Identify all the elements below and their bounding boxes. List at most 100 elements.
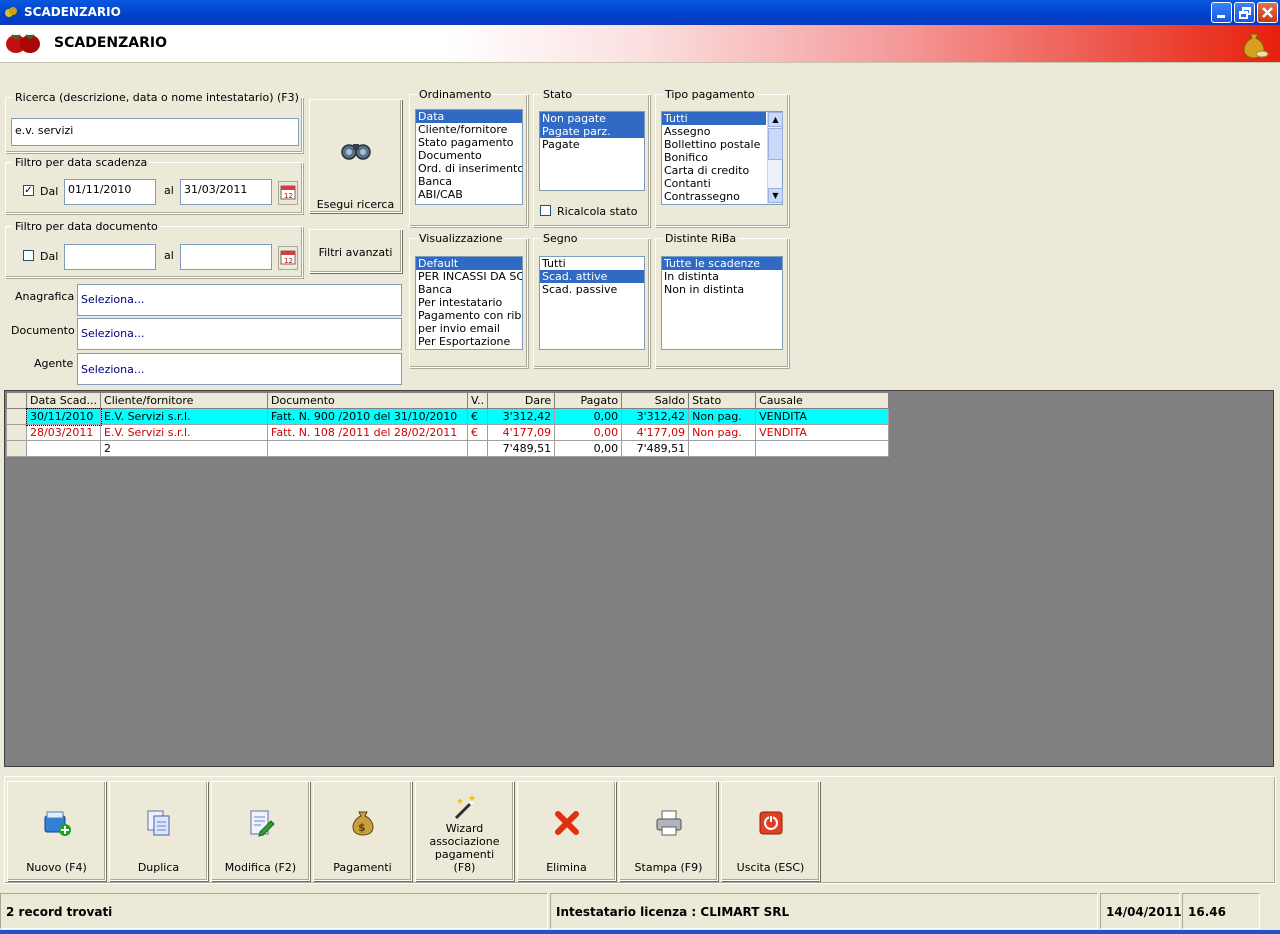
- due-date-to-input[interactable]: 31/03/2011: [180, 179, 272, 205]
- tipo-pagamento-scrollbar[interactable]: ▲ ▼: [767, 112, 783, 204]
- distinte-riba-option[interactable]: Non in distinta: [662, 283, 782, 296]
- distinte-riba-legend: Distinte RiBa: [663, 232, 739, 245]
- table-row[interactable]: 30/11/2010 E.V. Servizi s.r.l. Fatt. N. 90…: [6, 407, 890, 426]
- edit-icon: [246, 808, 276, 838]
- search-input[interactable]: e.v. servizi: [11, 118, 299, 146]
- stato-list[interactable]: Non pagate Pagate parz. Pagate: [539, 111, 645, 191]
- ordinamento-option[interactable]: Cliente/fornitore: [416, 123, 522, 136]
- toolbar-button-label: Uscita (ESC): [736, 861, 805, 874]
- distinte-riba-list[interactable]: Tutte le scadenze In distinta Non in disti…: [661, 256, 783, 350]
- ordinamento-option[interactable]: Stato pagamento: [416, 136, 522, 149]
- tipo-pagamento-option[interactable]: Carta di credito: [662, 164, 766, 177]
- visualizzazione-option[interactable]: per invio email: [416, 322, 522, 335]
- stato-group: Stato Non pagate Pagate parz. Pagate Rical…: [533, 88, 650, 227]
- segno-list[interactable]: Tutti Scad. attive Scad. passive: [539, 256, 645, 350]
- ricalcola-label: Ricalcola stato: [557, 205, 638, 218]
- delete-button[interactable]: Elimina: [517, 781, 616, 881]
- close-button[interactable]: [1257, 2, 1278, 23]
- new-icon: [42, 808, 72, 838]
- visualizzazione-option[interactable]: Per Esportazione: [416, 335, 522, 348]
- visualizzazione-list[interactable]: Default PER INCASSI DA SCO Banca Per intest…: [415, 256, 523, 350]
- exit-button[interactable]: Uscita (ESC): [721, 781, 820, 881]
- minimize-button[interactable]: [1211, 2, 1232, 23]
- ordinamento-option[interactable]: Documento: [416, 149, 522, 162]
- tipo-pagamento-option[interactable]: Assegno: [662, 125, 766, 138]
- table-header[interactable]: Data Scad... Cliente/fornitore Documento V.…: [6, 392, 890, 409]
- doc-date-from-input[interactable]: [64, 244, 156, 270]
- visualizzazione-option[interactable]: PER INCASSI DA SCO: [416, 270, 522, 283]
- exit-icon: [756, 808, 786, 838]
- money-bag-button[interactable]: $ Pagamenti: [313, 781, 412, 881]
- segno-option[interactable]: Scad. attive: [540, 270, 644, 283]
- visualizzazione-option[interactable]: Per intestatario: [416, 296, 522, 309]
- table-cell: VENDITA: [755, 408, 890, 425]
- ordinamento-list[interactable]: Data Cliente/fornitore Stato pagamento Docu…: [415, 109, 523, 205]
- tipo-pagamento-list[interactable]: Tutti Assegno Bollettino postale Bonifico Ca…: [661, 111, 783, 205]
- tipo-pagamento-option[interactable]: Contrassegno: [662, 190, 766, 203]
- tipo-pagamento-option[interactable]: Bollettino postale: [662, 138, 766, 151]
- due-date-filter-group: Filtro per data scadenza ✓ Dal 01/11/201…: [5, 156, 303, 214]
- scroll-down-arrow-icon[interactable]: ▼: [768, 188, 783, 203]
- distinte-riba-option[interactable]: Tutte le scadenze: [662, 257, 782, 270]
- segno-option[interactable]: Scad. passive: [540, 283, 644, 296]
- stato-option[interactable]: Non pagate: [540, 112, 644, 125]
- doc-date-to-input[interactable]: [180, 244, 272, 270]
- title-bar[interactable]: SCADENZARIO: [0, 0, 1280, 25]
- tipo-pagamento-option[interactable]: Bonifico: [662, 151, 766, 164]
- visualizzazione-option[interactable]: Pagamento con riba: [416, 309, 522, 322]
- restore-button[interactable]: [1234, 2, 1255, 23]
- ricalcola-checkbox[interactable]: [540, 205, 551, 216]
- status-date: 14/04/2011: [1100, 893, 1182, 929]
- advanced-filters-button[interactable]: Filtri avanzati: [309, 229, 402, 273]
- visualizzazione-option[interactable]: Default: [416, 257, 522, 270]
- distinte-riba-option[interactable]: In distinta: [662, 270, 782, 283]
- scroll-thumb[interactable]: [768, 128, 783, 160]
- table-cell: 0,00: [554, 440, 623, 457]
- documento-select[interactable]: Seleziona...: [77, 318, 402, 350]
- table-cell: Fatt. N. 900 /2010 del 31/10/2010: [267, 408, 469, 425]
- ordinamento-option[interactable]: Data: [416, 110, 522, 123]
- row-selector[interactable]: [6, 440, 27, 457]
- scroll-up-arrow-icon[interactable]: ▲: [768, 112, 783, 127]
- ordinamento-option[interactable]: Ord. di inserimento: [416, 162, 522, 175]
- due-date-checkbox[interactable]: ✓: [23, 185, 34, 196]
- table-cell: €: [467, 408, 489, 425]
- stato-option[interactable]: Pagate: [540, 138, 644, 151]
- visualizzazione-legend: Visualizzazione: [417, 232, 505, 245]
- segno-option[interactable]: Tutti: [540, 257, 644, 270]
- tipo-pagamento-option[interactable]: Contanti: [662, 177, 766, 190]
- table-cell: Non pag.: [688, 408, 757, 425]
- ordinamento-option[interactable]: Banca: [416, 175, 522, 188]
- due-date-from-input[interactable]: 01/11/2010: [64, 179, 156, 205]
- duplicate-button[interactable]: Duplica: [109, 781, 208, 881]
- doc-date-calendar-button[interactable]: 12: [278, 246, 298, 270]
- table-totals-row[interactable]: 2 7'489,51 0,00 7'489,51: [6, 440, 890, 457]
- tipo-pagamento-option[interactable]: Tutti: [662, 112, 766, 125]
- table-row[interactable]: 28/03/2011 E.V. Servizi s.r.l. Fatt. N. 10…: [6, 424, 890, 441]
- edit-button[interactable]: Modifica (F2): [211, 781, 310, 881]
- stato-option[interactable]: Pagate parz.: [540, 125, 644, 138]
- calendar-icon: 12: [280, 185, 296, 200]
- segno-group: Segno Tutti Scad. attive Scad. passive: [533, 232, 650, 368]
- due-date-al-label: al: [164, 184, 174, 197]
- agente-select[interactable]: Seleziona...: [77, 353, 402, 385]
- results-grid[interactable]: Data Scad... Cliente/fornitore Documento V.…: [4, 390, 1274, 767]
- table-cell: 7'489,51: [621, 440, 690, 457]
- doc-date-checkbox[interactable]: [23, 250, 34, 261]
- anagrafica-select[interactable]: Seleziona...: [77, 284, 402, 316]
- printer-button[interactable]: Stampa (F9): [619, 781, 718, 881]
- wizard-button[interactable]: Wizard associazione pagamenti (F8): [415, 781, 514, 881]
- search-button[interactable]: Esegui ricerca: [309, 99, 402, 213]
- toolbar-button-label: Elimina: [546, 861, 587, 874]
- visualizzazione-option[interactable]: Banca: [416, 283, 522, 296]
- ordinamento-option[interactable]: ABI/CAB: [416, 188, 522, 201]
- new-button[interactable]: Nuovo (F4): [7, 781, 106, 881]
- row-selector[interactable]: [6, 424, 27, 441]
- row-selector[interactable]: [6, 408, 27, 425]
- column-header: Documento: [267, 392, 469, 409]
- tipo-pagamento-legend: Tipo pagamento: [663, 88, 757, 101]
- anagrafica-label: Anagrafica :: [15, 290, 82, 303]
- due-date-calendar-button[interactable]: 12: [278, 181, 298, 205]
- row-selector[interactable]: [6, 392, 27, 409]
- doc-date-filter-group: Filtro per data documento Dal al 12: [5, 220, 303, 278]
